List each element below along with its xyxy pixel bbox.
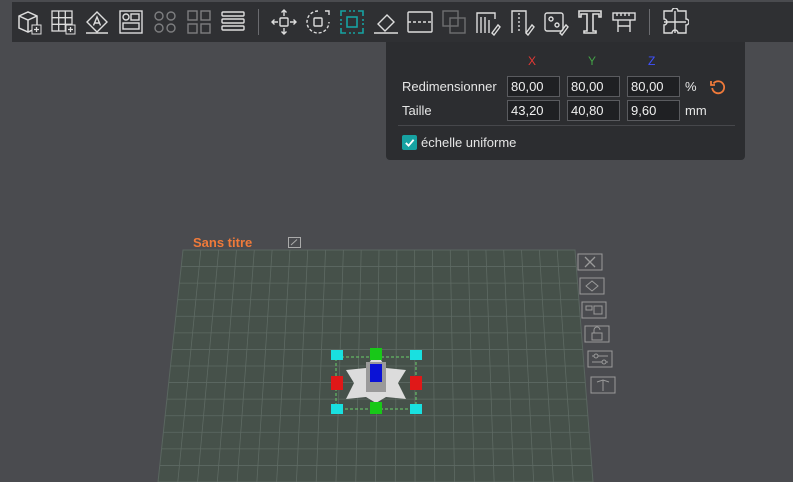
move-plate-icon	[590, 376, 616, 394]
close-plate-icon	[577, 253, 603, 271]
lock-plate-icon	[584, 325, 610, 343]
close-plate-button[interactable]	[577, 253, 603, 271]
orient-plate-icon	[579, 277, 605, 295]
plate-settings-icon	[587, 350, 613, 368]
build-plate[interactable]	[0, 0, 793, 482]
arrange-plate-button[interactable]	[581, 301, 607, 319]
move-plate-button[interactable]	[590, 376, 616, 394]
plate-settings-button[interactable]	[587, 350, 613, 368]
orient-plate-button[interactable]	[579, 277, 605, 295]
arrange-plate-icon	[581, 301, 607, 319]
lock-plate-button[interactable]	[584, 325, 610, 343]
